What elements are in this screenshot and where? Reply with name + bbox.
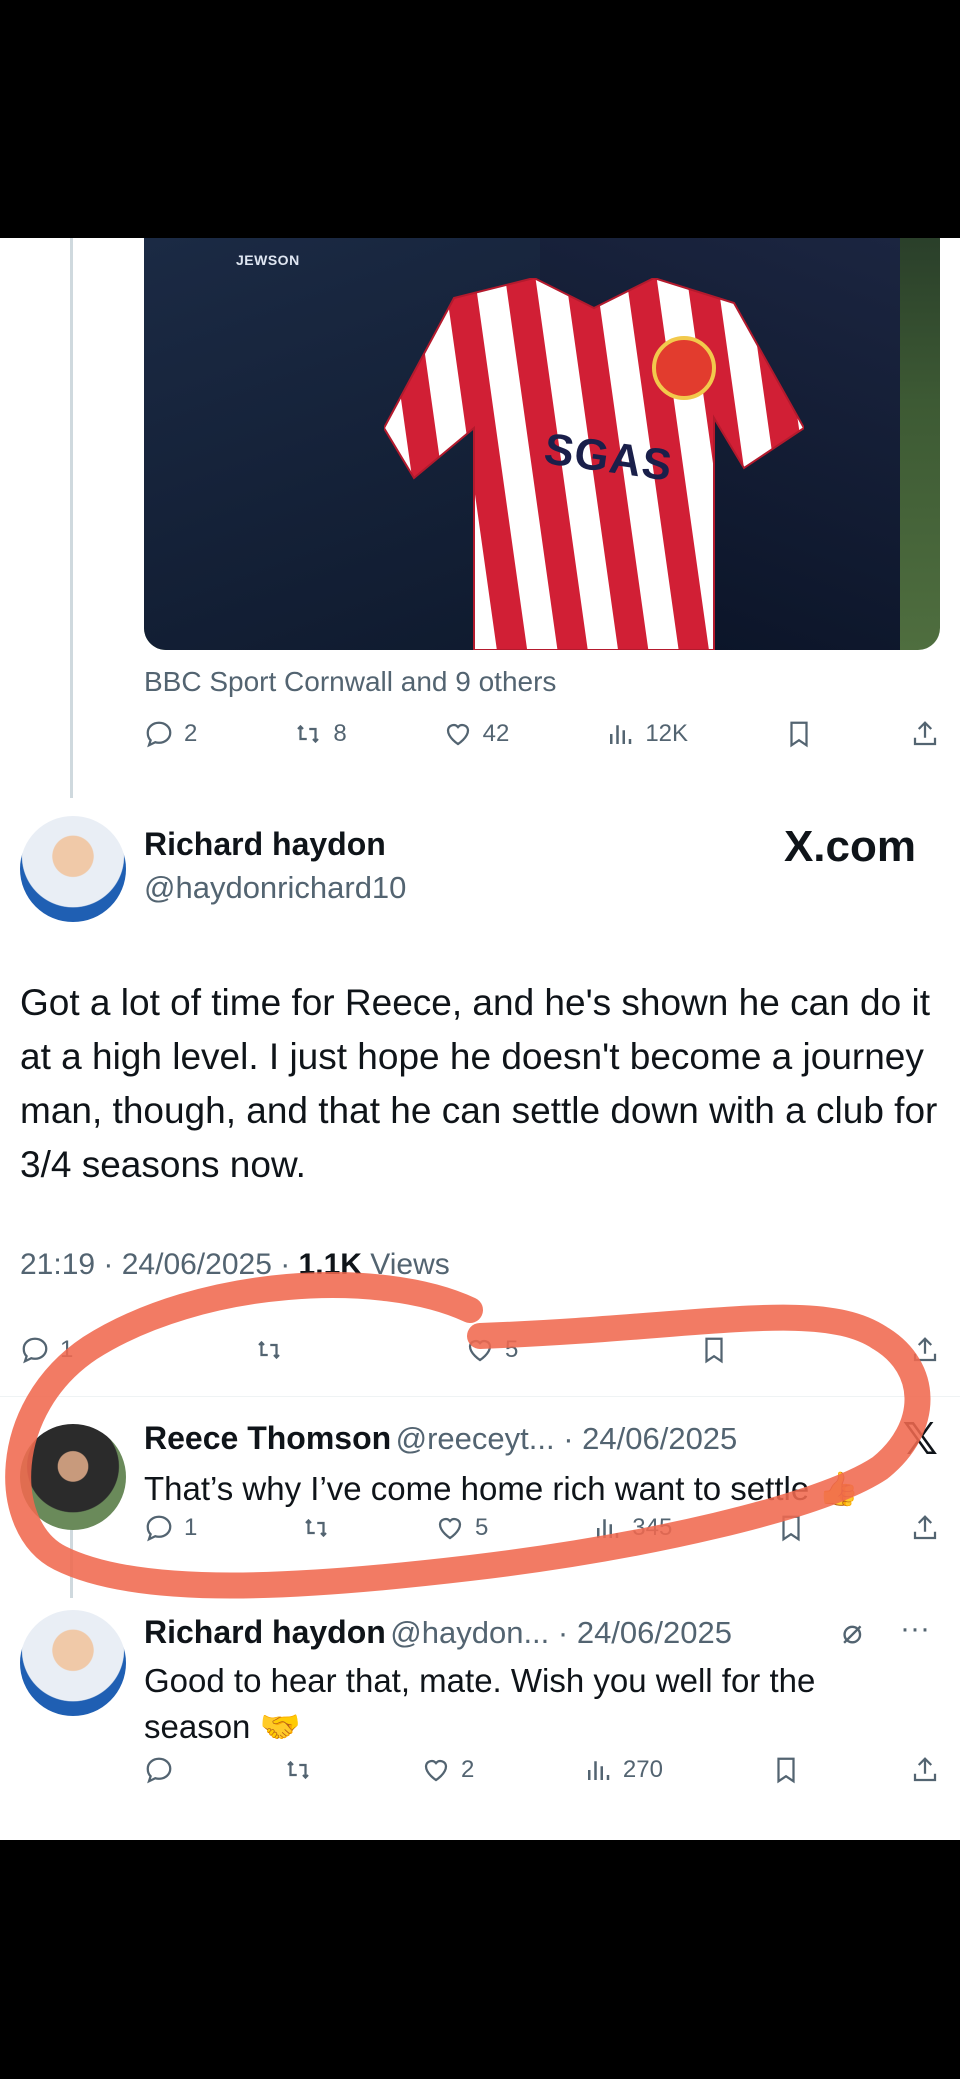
avatar[interactable] [20,1424,126,1530]
reply-button[interactable]: 1 [144,1513,197,1543]
timeline: JEWSON SGAS BBC Sport Cornwall and 9 oth… [0,238,960,1840]
reply-author-handle[interactable]: @reeceyt... · 24/06/2025 [396,1421,738,1456]
reply-button[interactable]: 1 [20,1335,73,1365]
views-count: 1.1K [298,1248,362,1281]
original-post-actions: 2 8 42 12K [144,714,940,754]
bookmark-button[interactable] [771,1755,801,1785]
bookmark-button[interactable] [784,719,814,749]
views-count: 270 [622,1756,663,1783]
repost-button[interactable] [283,1755,313,1785]
repost-count: 8 [333,720,347,747]
focused-post-actions: 1 5 [20,1330,940,1370]
reply-button[interactable] [144,1755,174,1785]
like-count: 5 [504,1336,519,1363]
repost-button[interactable] [254,1335,284,1365]
share-button[interactable] [910,719,940,749]
views-count: 12K [645,720,689,747]
reply-text: Good to hear that, mate. Wish you well f… [144,1662,816,1745]
bookmark-icon [782,1515,800,1542]
post-timestamp[interactable]: 21:19 · 24/06/2025 · [20,1248,299,1281]
reply-count: 2 [184,720,198,747]
grok-icon[interactable]: ⌀ [842,1612,862,1652]
like-button[interactable]: 2 [421,1755,474,1785]
divider [0,1396,960,1397]
views-label: Views [361,1248,450,1281]
liked-by-text[interactable]: BBC Sport Cornwall and 9 others [144,666,556,698]
repost-icon [305,1518,327,1538]
views-count: 345 [632,1514,673,1541]
heart-icon [438,1517,462,1540]
avatar[interactable] [20,1610,126,1716]
thread-line [70,1528,73,1598]
share-icon [913,1337,937,1362]
reply-count: 1 [184,1514,198,1541]
post-meta: 21:19 · 24/06/2025 · 1.1K Views [20,1248,450,1282]
author-name[interactable]: Richard haydon [144,826,386,863]
views-icon [587,1761,610,1780]
share-icon [913,721,937,746]
repost-icon [286,1760,309,1780]
like-count: 2 [461,1756,475,1783]
reply-text: That’s why I’ve come home rich want to s… [144,1470,860,1507]
reply-icon [146,1515,172,1542]
reply-button[interactable]: 2 [144,719,197,749]
reply-author-name[interactable]: Richard haydon [144,1614,386,1650]
bookmark-icon [705,1337,723,1364]
repost-button[interactable]: 8 [293,719,347,749]
repost-button[interactable] [301,1513,331,1543]
reply-header: Reece Thomson @reeceyt... · 24/06/2025 [144,1420,737,1457]
bookmark-button[interactable] [699,1335,729,1365]
post-text: Got a lot of time for Reece, and he's sh… [20,982,938,1185]
share-button[interactable] [910,1335,940,1365]
bookmark-icon [777,1757,796,1784]
post-media-image[interactable]: JEWSON SGAS [144,238,940,650]
reply-icon [146,1757,172,1784]
source-badge: X.com [783,822,916,871]
more-options-icon[interactable]: ··· [900,1612,930,1646]
heart-icon [468,1339,492,1362]
share-icon [913,1757,937,1782]
views-button[interactable]: 12K [605,719,688,749]
x-icon: 𝕏 [902,1415,938,1464]
reply-count: 1 [60,1336,74,1363]
share-button[interactable] [910,1755,940,1785]
like-button[interactable]: 5 [435,1513,488,1543]
share-button[interactable] [910,1513,940,1543]
author-handle[interactable]: @haydonrichard10 [144,870,406,906]
reply-icon [22,1337,48,1364]
bookmark-icon [790,721,808,748]
repost-icon [297,724,320,744]
heart-icon [446,723,469,746]
heart-icon [424,1759,448,1782]
bookmark-button[interactable] [776,1513,806,1543]
views-icon [610,725,632,744]
thread-line [70,238,73,798]
repost-icon [258,1340,280,1360]
views-icon [597,1519,619,1538]
reply-actions: 2 270 [144,1750,940,1790]
media-kit-text: JEWSON [236,252,300,268]
share-icon [913,1515,937,1540]
reply-icon [146,721,172,748]
views-button[interactable]: 345 [592,1513,672,1543]
reply-actions: 1 5 345 [144,1508,940,1548]
views-button[interactable]: 270 [583,1755,663,1785]
reply-author-handle[interactable]: @haydon... · 24/06/2025 [390,1615,732,1650]
like-button[interactable]: 5 [465,1335,518,1365]
like-count: 42 [482,720,510,747]
avatar[interactable] [20,816,126,922]
like-button[interactable]: 42 [443,719,510,749]
reply-author-name[interactable]: Reece Thomson [144,1420,391,1456]
reply-header: Richard haydon @haydon... · 24/06/2025 [144,1614,732,1651]
like-count: 5 [475,1514,489,1541]
